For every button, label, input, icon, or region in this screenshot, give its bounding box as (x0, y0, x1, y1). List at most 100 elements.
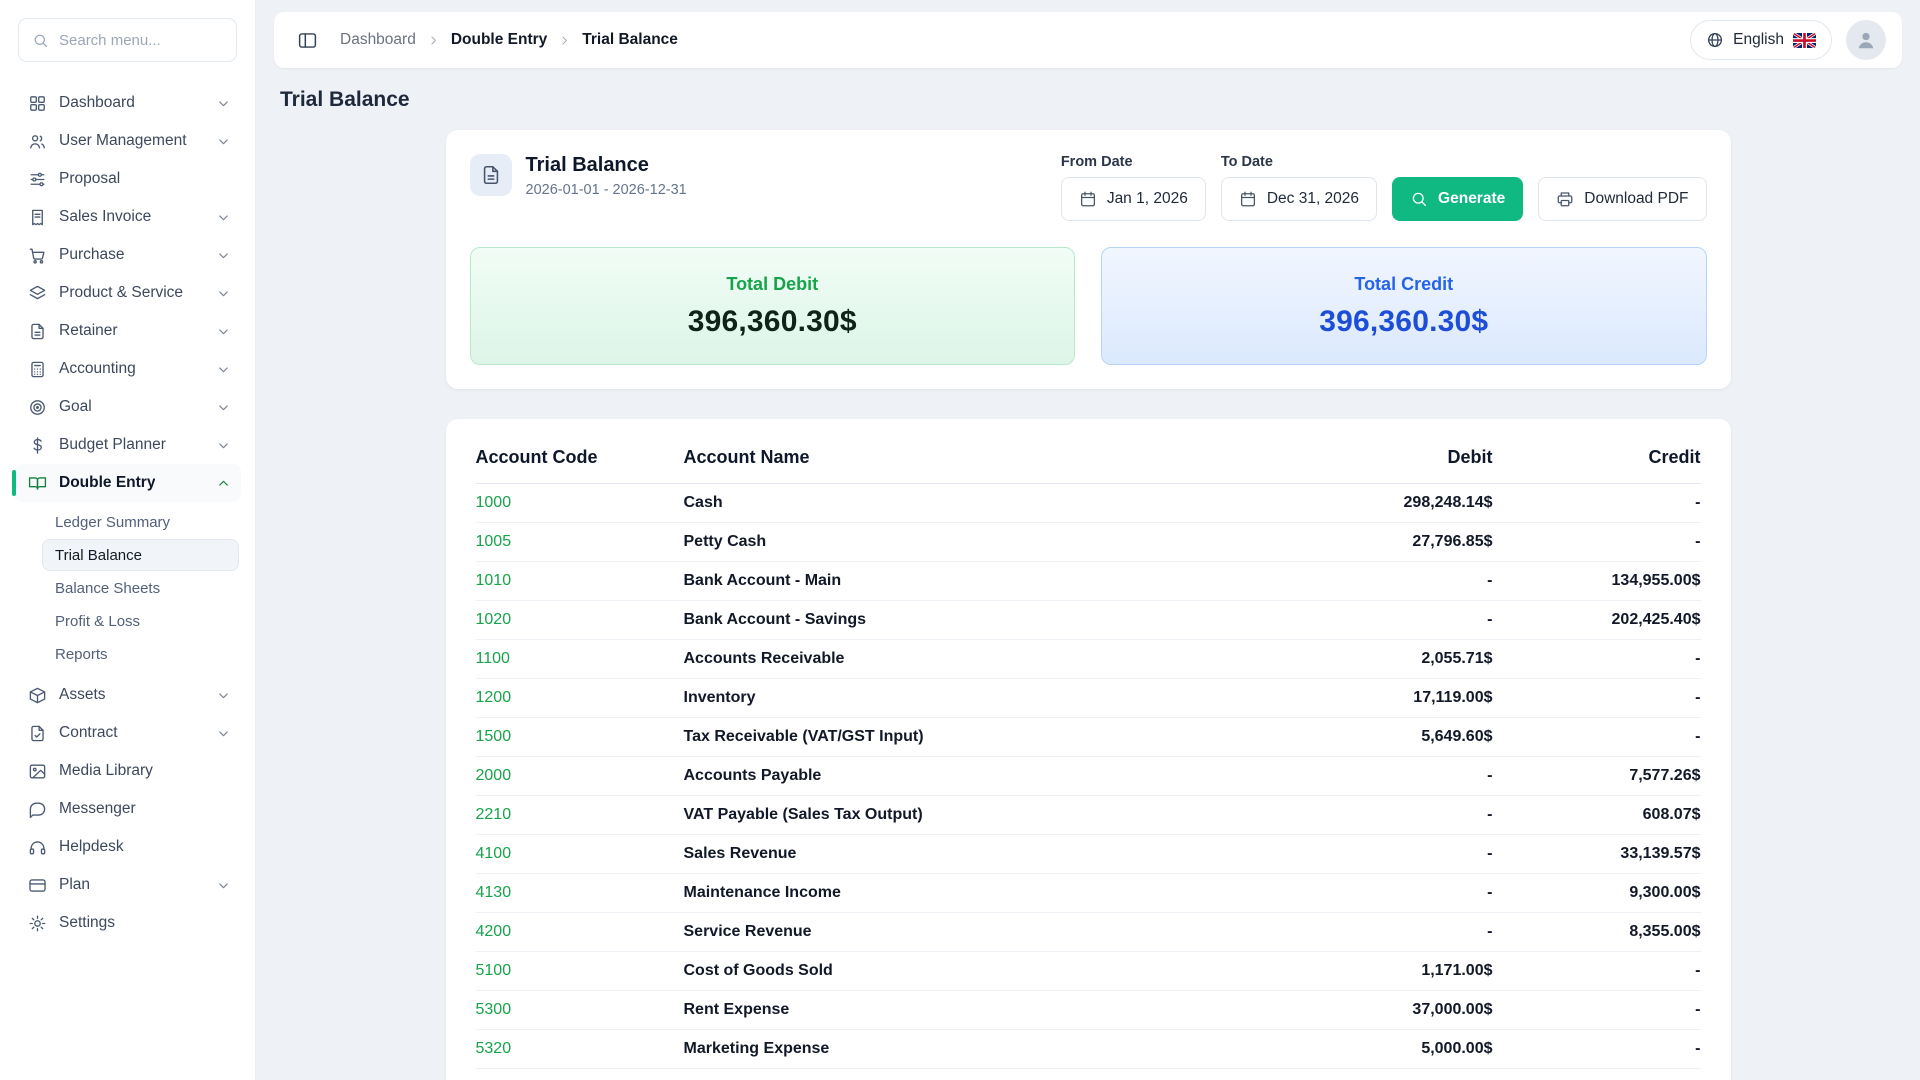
main-area: Dashboard Double Entry Trial Balance Eng… (256, 0, 1920, 1080)
breadcrumb-dashboard[interactable]: Dashboard (340, 31, 416, 49)
table-row: 5320Marketing Expense5,000.00$- (476, 1030, 1701, 1069)
sidebar-item-settings[interactable]: Settings (14, 904, 241, 942)
sidebar-item-accounting[interactable]: Accounting (14, 350, 241, 388)
sidebar-toggle-button[interactable] (290, 23, 324, 57)
cell-credit: 9,300.00$ (1493, 874, 1701, 913)
proposal-icon (28, 170, 47, 189)
cell-credit: - (1493, 991, 1701, 1030)
cell-code[interactable]: 2000 (476, 757, 684, 796)
cell-code[interactable]: 1200 (476, 679, 684, 718)
search-input[interactable] (59, 32, 223, 49)
sidebar-item-user-management[interactable]: User Management (14, 122, 241, 160)
sidebar-item-label: Double Entry (59, 474, 155, 492)
cell-code[interactable]: 5400 (476, 1069, 684, 1080)
cell-debit: 298,248.14$ (1243, 484, 1493, 523)
sidebar-subitem-trial-balance[interactable]: Trial Balance (42, 539, 239, 571)
sidebar-item-goal[interactable]: Goal (14, 388, 241, 426)
sidebar-item-product-service[interactable]: Product & Service (14, 274, 241, 312)
totals-row: Total Debit 396,360.30$ Total Credit 396… (470, 247, 1707, 365)
table-row: 4100Sales Revenue-33,139.57$ (476, 835, 1701, 874)
printer-icon (1556, 190, 1574, 208)
document-icon (480, 164, 502, 186)
sidebar-search[interactable] (18, 18, 237, 62)
breadcrumb-trial-balance: Trial Balance (582, 31, 678, 49)
sidebar-item-plan[interactable]: Plan (14, 866, 241, 904)
cell-code[interactable]: 1010 (476, 562, 684, 601)
cell-debit: - (1243, 913, 1493, 952)
user-avatar[interactable] (1846, 20, 1886, 60)
cell-name: VAT Payable (Sales Tax Output) (684, 796, 1243, 835)
chevron-down-icon (216, 726, 231, 741)
sidebar-item-label: Contract (59, 724, 118, 742)
cell-credit: - (1493, 952, 1701, 991)
cell-code[interactable]: 5320 (476, 1030, 684, 1069)
sidebar-item-proposal[interactable]: Proposal (14, 160, 241, 198)
cell-credit: 134,955.00$ (1493, 562, 1701, 601)
from-date-group: From Date Jan 1, 2026 (1061, 154, 1206, 221)
sidebar-item-label: Proposal (59, 170, 120, 188)
total-debit-value: 396,360.30$ (688, 305, 857, 339)
contract-icon (28, 724, 47, 743)
cell-debit: - (1243, 796, 1493, 835)
sidebar-item-dashboard[interactable]: Dashboard (14, 84, 241, 122)
sidebar-subitem-reports[interactable]: Reports (42, 638, 239, 670)
cell-debit: - (1243, 874, 1493, 913)
calculator-icon (28, 360, 47, 379)
cell-code[interactable]: 1005 (476, 523, 684, 562)
sidebar-item-messenger[interactable]: Messenger (14, 790, 241, 828)
sidebar-item-retainer[interactable]: Retainer (14, 312, 241, 350)
report-card: Trial Balance 2026-01-01 - 2026-12-31 Fr… (446, 130, 1731, 389)
invoice-icon (28, 208, 47, 227)
breadcrumb-double-entry[interactable]: Double Entry (451, 31, 547, 49)
navbar-right: English (1690, 20, 1886, 60)
download-pdf-button[interactable]: Download PDF (1538, 177, 1706, 221)
cell-code[interactable]: 4100 (476, 835, 684, 874)
chevron-right-icon (427, 34, 440, 47)
sidebar-subitem-profit-loss[interactable]: Profit & Loss (42, 605, 239, 637)
language-button[interactable]: English (1690, 20, 1832, 60)
to-date-picker[interactable]: Dec 31, 2026 (1221, 177, 1377, 221)
cell-code[interactable]: 1000 (476, 484, 684, 523)
sidebar-item-label: Messenger (59, 800, 136, 818)
sidebar-item-label: Assets (59, 686, 106, 704)
top-navbar: Dashboard Double Entry Trial Balance Eng… (274, 12, 1902, 68)
cell-credit: - (1493, 523, 1701, 562)
table-row: 2000Accounts Payable-7,577.26$ (476, 757, 1701, 796)
chevron-down-icon (216, 286, 231, 301)
panel-toggle-icon (297, 30, 318, 51)
cell-code[interactable]: 5100 (476, 952, 684, 991)
dollar-icon (28, 436, 47, 455)
sidebar-item-sales-invoice[interactable]: Sales Invoice (14, 198, 241, 236)
cell-code[interactable]: 1020 (476, 601, 684, 640)
table-row: 5100Cost of Goods Sold1,171.00$- (476, 952, 1701, 991)
sidebar-item-assets[interactable]: Assets (14, 676, 241, 714)
calendar-icon (1079, 190, 1097, 208)
cell-credit: - (1493, 679, 1701, 718)
sidebar-item-label: Settings (59, 914, 115, 932)
sidebar-subitem-ledger-summary[interactable]: Ledger Summary (42, 506, 239, 538)
sidebar-item-double-entry[interactable]: Double Entry (14, 464, 241, 502)
cart-icon (28, 246, 47, 265)
sidebar-subitem-balance-sheets[interactable]: Balance Sheets (42, 572, 239, 604)
chevron-right-icon (558, 34, 571, 47)
sidebar-item-helpdesk[interactable]: Helpdesk (14, 828, 241, 866)
sidebar-item-contract[interactable]: Contract (14, 714, 241, 752)
cell-debit: 2,100.00$ (1243, 1069, 1493, 1080)
cell-code[interactable]: 5300 (476, 991, 684, 1030)
globe-icon (1706, 31, 1724, 49)
cell-credit: 608.07$ (1493, 796, 1701, 835)
cell-code[interactable]: 4200 (476, 913, 684, 952)
cell-code[interactable]: 4130 (476, 874, 684, 913)
cell-credit: - (1493, 718, 1701, 757)
from-date-picker[interactable]: Jan 1, 2026 (1061, 177, 1206, 221)
sidebar-item-media-library[interactable]: Media Library (14, 752, 241, 790)
cell-code[interactable]: 2210 (476, 796, 684, 835)
cell-code[interactable]: 1100 (476, 640, 684, 679)
sidebar-item-label: Retainer (59, 322, 118, 340)
cell-code[interactable]: 1500 (476, 718, 684, 757)
generate-button[interactable]: Generate (1392, 177, 1523, 221)
sidebar-item-label: Accounting (59, 360, 136, 378)
sidebar-item-purchase[interactable]: Purchase (14, 236, 241, 274)
sidebar-item-budget-planner[interactable]: Budget Planner (14, 426, 241, 464)
table-row: 1500Tax Receivable (VAT/GST Input)5,649.… (476, 718, 1701, 757)
